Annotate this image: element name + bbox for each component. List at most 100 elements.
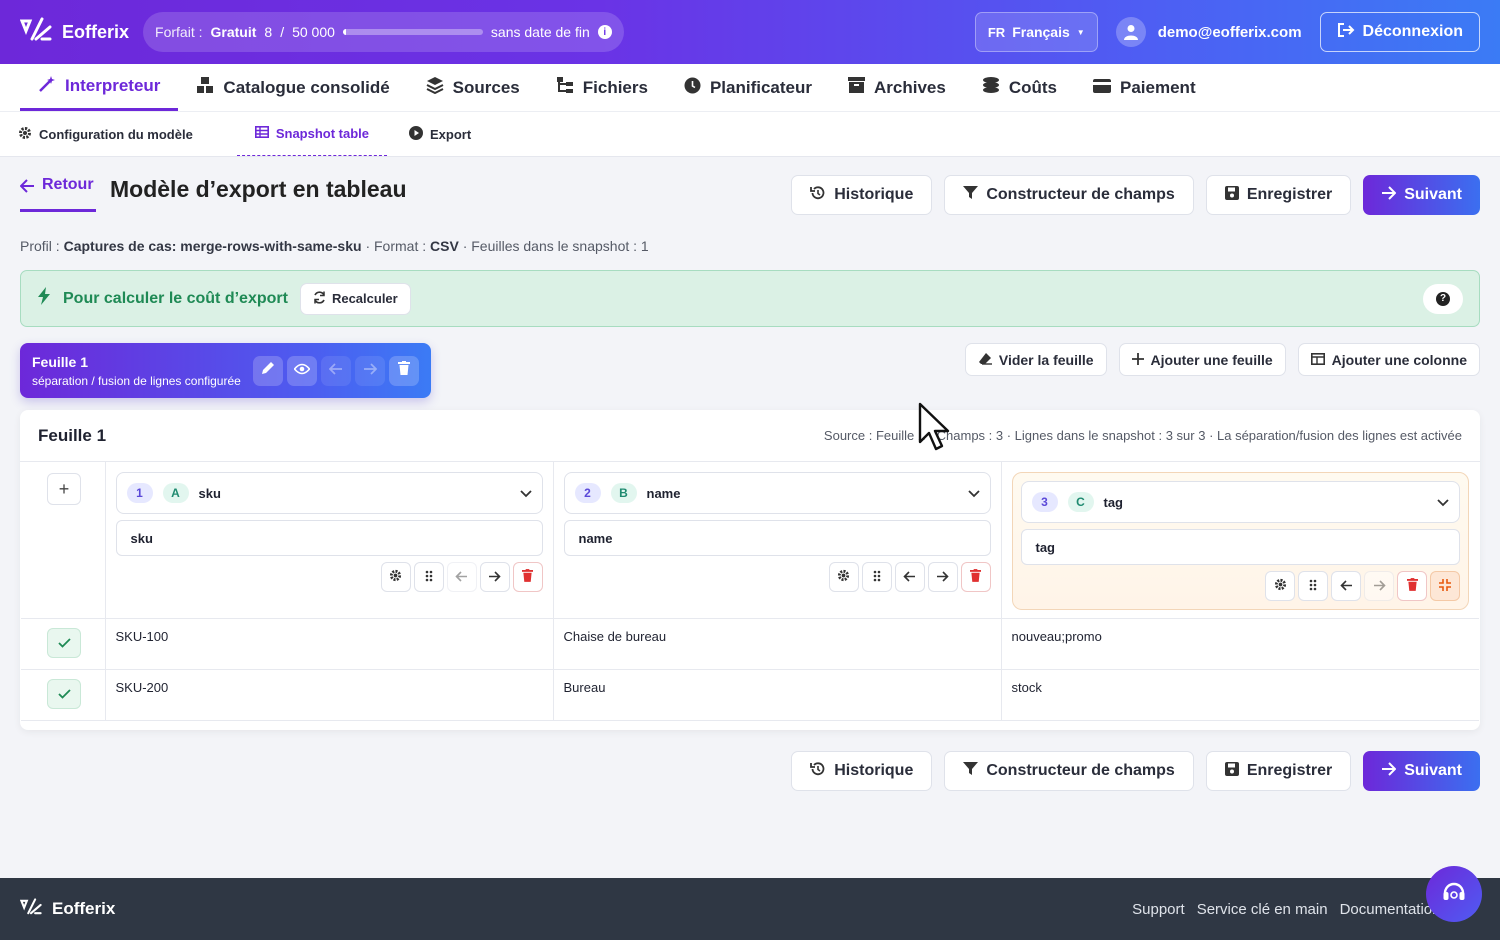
recalculate-label: Recalculer [331,291,398,306]
clear-sheet-button[interactable]: Vider la feuille [964,343,1107,376]
move-sheet-left-button[interactable] [321,355,351,386]
column-header-c: 3 C tag tag [1001,462,1479,619]
add-row-button[interactable]: + [47,473,81,505]
footer-link-support[interactable]: Support [1132,901,1185,918]
layers-icon [426,76,444,99]
sheet-tab-subtitle: séparation / fusion de lignes configurée [32,373,241,388]
trash-icon [970,569,981,585]
nav-catalogue[interactable]: Catalogue consolidé [178,64,407,111]
gear-icon [389,569,402,585]
move-sheet-right-button[interactable] [355,355,385,386]
nav-fichiers[interactable]: Fichiers [538,64,666,111]
help-button[interactable]: ? [1423,283,1463,314]
arrow-left-icon [455,570,468,585]
bottom-actions: Historique Constructeur de champs Enregi… [791,751,1480,791]
history-button[interactable]: Historique [791,751,933,791]
delete-sheet-button[interactable] [389,355,419,386]
column-header-input[interactable]: name [563,520,991,556]
table-row: SKU-100 Chaise de bureau nouveau;promo [21,618,1479,670]
move-column-left-button[interactable] [894,562,925,592]
delete-column-button[interactable] [1397,571,1427,601]
arrow-right-icon [1381,761,1397,781]
move-column-right-button[interactable] [1364,571,1394,601]
move-column-left-button[interactable] [1331,571,1361,601]
sheet-tab-name: Feuille 1 [32,353,89,370]
column-settings-button[interactable] [828,562,859,592]
cost-banner: Pour calculer le coût d’export Recalcule… [20,270,1480,327]
support-chat-button[interactable] [1426,866,1482,922]
footer-link-documentation[interactable]: Documentation [1340,901,1441,918]
arrow-right-icon [363,362,378,380]
history-icon [810,185,826,206]
table-cell: stock [1001,669,1479,721]
column-index-badge: 1 [126,483,153,503]
question-icon: ? [1436,291,1450,306]
row-ctrl-cell [21,618,106,670]
tab-snapshot-table[interactable]: Snapshot table [236,112,388,156]
info-icon[interactable]: i [597,25,612,39]
edit-sheet-button[interactable] [253,355,283,386]
table-cell: SKU-200 [105,669,554,721]
column-field-name: sku [198,485,221,501]
split-merge-rows-button[interactable] [1430,571,1460,601]
field-builder-button[interactable]: Constructeur de champs [944,751,1194,791]
next-button[interactable]: Suivant [1363,751,1480,791]
plan-limit: 50 000 [292,24,335,40]
nav-couts[interactable]: Coûts [964,64,1075,111]
preview-sheet-button[interactable] [287,355,317,386]
delete-column-button[interactable] [960,562,991,592]
nav-archives[interactable]: Archives [830,64,964,111]
column-drag-handle[interactable] [1298,571,1328,601]
tab-configuration[interactable]: Configuration du modèle [18,112,213,156]
column-index-badge: 2 [574,483,601,503]
move-column-left-button[interactable] [446,562,477,592]
history-icon [810,761,826,782]
column-settings-button[interactable] [1265,571,1295,601]
footer-link-service[interactable]: Service clé en main [1197,901,1328,918]
add-column-button[interactable]: Ajouter une colonne [1297,343,1480,376]
cost-label: Pour calculer le coût d’export [63,289,288,307]
footer-brand[interactable]: Eofferix [19,897,115,921]
nav-sources[interactable]: Sources [408,64,538,111]
plan-progress-fill [342,29,346,35]
history-button[interactable]: Historique [791,175,933,215]
column-field-select[interactable]: 3 C tag [1020,481,1460,523]
language-selector[interactable]: FR Français ▼ [974,12,1098,52]
field-builder-label: Constructeur de champs [986,186,1175,203]
tab-export[interactable]: Export [409,112,491,156]
nav-interpreteur[interactable]: Interpreteur [20,64,179,111]
move-column-right-button[interactable] [927,562,958,592]
move-column-right-button[interactable] [479,562,510,592]
back-link[interactable]: Retour [19,176,96,212]
save-button[interactable]: Enregistrer [1205,751,1352,791]
delete-column-button[interactable] [512,562,543,592]
add-sheet-button[interactable]: Ajouter une feuille [1118,343,1286,376]
column-field-select[interactable]: 1 A sku [115,472,543,514]
row-included-toggle[interactable] [47,628,81,658]
nav-planificateur[interactable]: Planificateur [666,64,830,111]
gear-icon [18,126,32,143]
field-builder-button[interactable]: Constructeur de champs [944,175,1194,215]
row-included-toggle[interactable] [47,679,81,709]
save-label: Enregistrer [1246,186,1333,203]
save-button[interactable]: Enregistrer [1205,175,1352,215]
column-drag-handle[interactable] [861,562,892,592]
column-letter-badge: C [1067,492,1094,512]
logout-button[interactable]: Déconnexion [1319,12,1480,52]
user-menu[interactable]: demo@eofferix.com [1115,17,1302,47]
nav-paiement[interactable]: Paiement [1075,64,1214,111]
column-field-select[interactable]: 2 B name [563,472,991,514]
tab-label: Snapshot table [275,126,370,141]
column-drag-handle[interactable] [413,562,444,592]
headset-icon [1442,881,1466,908]
profile-info: Profil : Captures de cas: merge-rows-wit… [20,238,649,254]
next-label: Suivant [1404,186,1462,203]
column-header-input[interactable]: sku [115,520,543,556]
sheet-tab[interactable]: Feuille 1 séparation / fusion de lignes … [20,343,431,398]
recalculate-button[interactable]: Recalculer [299,282,411,315]
logout-label: Déconnexion [1362,23,1463,40]
column-header-input[interactable]: tag [1020,529,1460,565]
brand[interactable]: Eofferix [19,17,129,48]
next-button[interactable]: Suivant [1363,175,1480,215]
column-settings-button[interactable] [380,562,411,592]
